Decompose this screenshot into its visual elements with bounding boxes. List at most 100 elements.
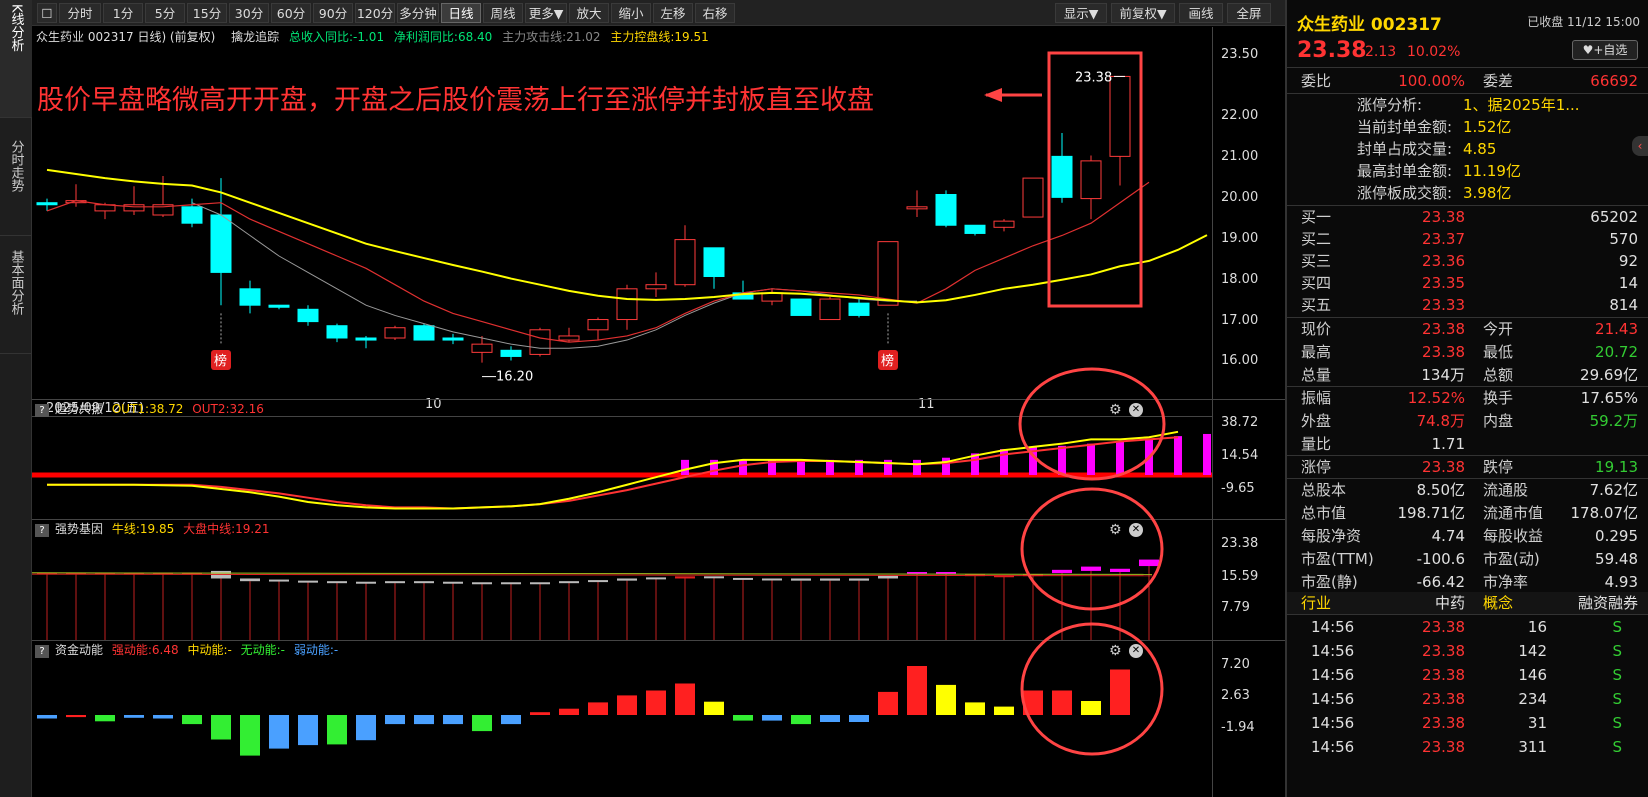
quote-value: -100.6	[1416, 550, 1465, 568]
trade-price: 23.38	[1422, 642, 1465, 660]
help-icon[interactable]: ?	[35, 524, 49, 537]
period-5min[interactable]: 5分	[145, 3, 185, 23]
gene-box	[1081, 566, 1101, 571]
sub2-tick: 7.79	[1221, 600, 1250, 615]
draw-button[interactable]: 画线	[1179, 3, 1223, 23]
period-120min[interactable]: 120分	[355, 3, 395, 23]
close-icon[interactable]: ✕	[1129, 523, 1143, 537]
toolbar-checkbox[interactable]: ☐	[37, 3, 57, 23]
industry-value[interactable]: 中药	[1397, 592, 1465, 614]
fullscreen-button[interactable]: 全屏	[1227, 3, 1271, 23]
fund-momentum-plot[interactable]	[32, 641, 1212, 797]
move-right-button[interactable]: 右移	[695, 3, 735, 23]
gear-icon[interactable]: ⚙	[1109, 644, 1123, 658]
gene-box	[646, 577, 666, 580]
period-1min[interactable]: 1分	[103, 3, 143, 23]
candle-body	[819, 298, 841, 321]
candle-body	[616, 288, 638, 321]
fund-momentum-title: ? 资金动能 强动能:6.48 中动能:- 无动能:- 弱动能:-	[32, 641, 338, 659]
candle-body	[1080, 160, 1102, 200]
quote-label: 市盈(动)	[1483, 550, 1540, 568]
resonance-bar	[739, 459, 747, 475]
zoom-out-button[interactable]: 缩小	[611, 3, 651, 23]
adjust-dropdown[interactable]: 前复权▼	[1111, 3, 1175, 23]
period-fenshi[interactable]: 分时	[59, 3, 101, 23]
tab-intraday[interactable]: 分时走势	[0, 118, 32, 236]
bid-level-label: 买二	[1301, 230, 1332, 248]
industry-row: 行业 中药 概念 融资融券	[1287, 592, 1648, 614]
candle-body	[790, 298, 812, 316]
candle-body	[703, 247, 725, 278]
add-watchlist-button[interactable]: ♥+自选	[1572, 40, 1638, 60]
quote-value: 7.62亿	[1589, 481, 1638, 499]
tab-kline-analysis[interactable]: K线分析	[0, 0, 32, 118]
momentum-bar	[617, 695, 637, 715]
candle-body	[935, 194, 957, 226]
quote-value: 4.74	[1431, 527, 1465, 545]
period-90min[interactable]: 90分	[313, 3, 353, 23]
zoom-in-button[interactable]: 放大	[569, 3, 609, 23]
candle-body	[181, 206, 203, 224]
bid-level-label: 买三	[1301, 252, 1332, 270]
limit-up-value: 11.19亿	[1463, 162, 1521, 180]
quote-label: 内盘	[1483, 412, 1514, 430]
quote-value: 17.65%	[1580, 389, 1638, 407]
quote-value: 19.13	[1595, 458, 1638, 476]
price-tick: 22.00	[1221, 108, 1259, 123]
bid-row: 买三 23.36 92	[1287, 250, 1648, 272]
bid-volume: 92	[1618, 252, 1638, 270]
limit-up-label: 涨停分析:	[1357, 96, 1423, 114]
period-60min[interactable]: 60分	[271, 3, 311, 23]
industry-label[interactable]: 行业	[1301, 592, 1331, 614]
quote-label: 振幅	[1301, 389, 1332, 407]
limit-up-label: 涨停板成交额:	[1357, 184, 1453, 202]
tab-intraday-label: 分时走势	[8, 140, 24, 192]
concept-label[interactable]: 概念	[1483, 592, 1513, 614]
period-weekly[interactable]: 周线	[483, 3, 523, 23]
period-daily[interactable]: 日线	[441, 3, 481, 23]
sub1-tick: 38.72	[1221, 415, 1259, 430]
info-item-control: 主力控盘线:19.51	[610, 30, 709, 44]
sub2-name: 强势基因	[55, 522, 104, 536]
bid-price: 23.36	[1422, 252, 1465, 270]
sub3-strong: 强动能:6.48	[111, 643, 179, 657]
strong-gene-plot[interactable]	[32, 520, 1212, 640]
candle-body	[500, 349, 522, 357]
tab-fundamental[interactable]: 基本面分析	[0, 236, 32, 354]
candle-body	[471, 343, 493, 353]
quote-row: 市盈(TTM) -100.6 市盈(动) 59.48	[1287, 548, 1648, 570]
period-30min[interactable]: 30分	[229, 3, 269, 23]
bid-level-label: 买五	[1301, 296, 1332, 314]
more-dropdown[interactable]: 更多▼	[525, 3, 567, 23]
close-icon[interactable]: ✕	[1129, 403, 1143, 417]
trade-tick-row: 14:56 23.38 16 S	[1287, 616, 1648, 638]
move-left-button[interactable]: 左移	[653, 3, 693, 23]
bid-row: 买一 23.38 65202	[1287, 206, 1648, 228]
help-icon[interactable]: ?	[35, 404, 49, 417]
limit-up-row: 涨停分析: 1、据2025年1...	[1287, 94, 1648, 116]
bid-volume: 14	[1618, 274, 1638, 292]
resonance-bar	[942, 457, 950, 475]
price-change: 2.13	[1365, 44, 1397, 60]
period-15min[interactable]: 15分	[187, 3, 227, 23]
period-multi-min[interactable]: 多分钟	[397, 3, 439, 23]
display-dropdown[interactable]: 显示▼	[1055, 3, 1107, 23]
help-icon[interactable]: ?	[35, 645, 49, 658]
momentum-bar	[66, 715, 86, 718]
watchlist-label: +自选	[1593, 43, 1628, 57]
gene-box	[269, 579, 289, 582]
indicator-name[interactable]: 擒龙追踪	[231, 30, 279, 44]
limit-up-row: 最高封单金额: 11.19亿	[1287, 160, 1648, 182]
stock-name[interactable]: 众生药业 002317	[1297, 10, 1442, 35]
gear-icon[interactable]: ⚙	[1109, 403, 1123, 417]
quote-row: 总量 134万 总额 29.69亿	[1287, 364, 1648, 386]
gene-box	[820, 578, 840, 581]
margin-label[interactable]: 融资融券	[1578, 592, 1638, 614]
momentum-bar	[240, 715, 260, 756]
close-icon[interactable]: ✕	[1129, 644, 1143, 658]
resonance-bar	[681, 459, 689, 475]
trend-resonance-plot[interactable]	[32, 400, 1212, 520]
gear-icon[interactable]: ⚙	[1109, 523, 1123, 537]
stock-period-label: 众生药业 002317 日线) (前复权)	[36, 30, 216, 44]
quote-label: 外盘	[1301, 412, 1332, 430]
